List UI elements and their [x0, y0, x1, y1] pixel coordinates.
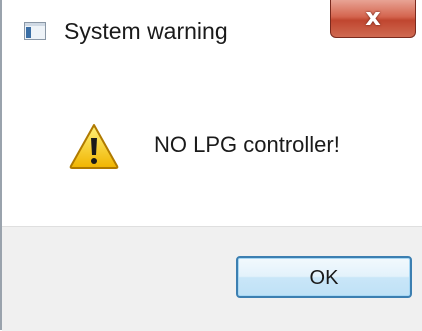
window-title: System warning: [64, 18, 228, 44]
app-window-icon: [24, 22, 46, 40]
dialog-window: System warning x NO LPG controller! OK: [0, 0, 422, 331]
button-bar: OK: [2, 226, 422, 331]
warning-message: NO LPG controller!: [154, 132, 340, 157]
title-bar[interactable]: System warning x: [2, 0, 422, 62]
ok-button[interactable]: OK: [236, 256, 412, 298]
ok-button-label: OK: [309, 267, 339, 289]
message-area: NO LPG controller!: [2, 62, 422, 226]
close-icon: x: [365, 3, 381, 31]
close-button[interactable]: x: [330, 0, 416, 38]
warning-icon: [68, 122, 120, 170]
